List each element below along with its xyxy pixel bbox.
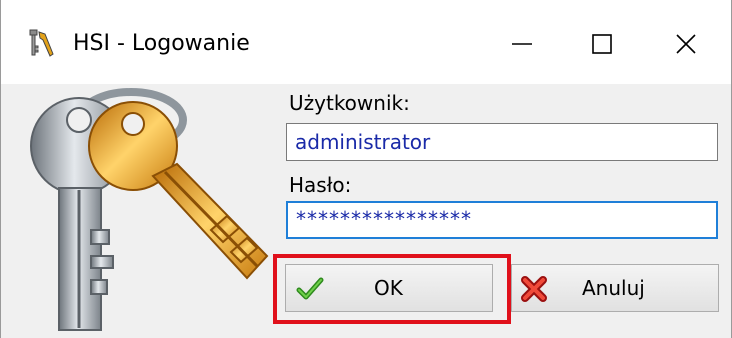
username-label: Użytkownik: <box>289 91 410 115</box>
keys-illustration-icon <box>30 88 269 331</box>
minimize-button[interactable] <box>477 8 567 80</box>
cancel-button-label: Anuluj <box>582 276 645 300</box>
keys-icon <box>29 29 54 57</box>
password-label: Hasło: <box>289 173 352 197</box>
red-x-icon <box>521 276 547 302</box>
minimize-icon <box>512 43 532 45</box>
window-title: HSI - Logowanie <box>73 31 250 56</box>
maximize-icon <box>592 34 612 54</box>
checkmark-icon <box>296 277 324 300</box>
close-button[interactable] <box>641 8 731 80</box>
login-dialog: HSI - Logowanie Użytkownik: administrato… <box>0 0 732 338</box>
cancel-button[interactable]: Anuluj <box>511 264 719 312</box>
title-bar: HSI - Logowanie <box>1 0 731 84</box>
password-input[interactable]: **************** <box>286 201 718 239</box>
ok-button-label: OK <box>374 276 403 300</box>
close-icon <box>676 34 696 54</box>
ok-button[interactable]: OK <box>285 264 493 312</box>
username-input[interactable]: administrator <box>286 123 718 161</box>
maximize-button[interactable] <box>557 8 647 80</box>
